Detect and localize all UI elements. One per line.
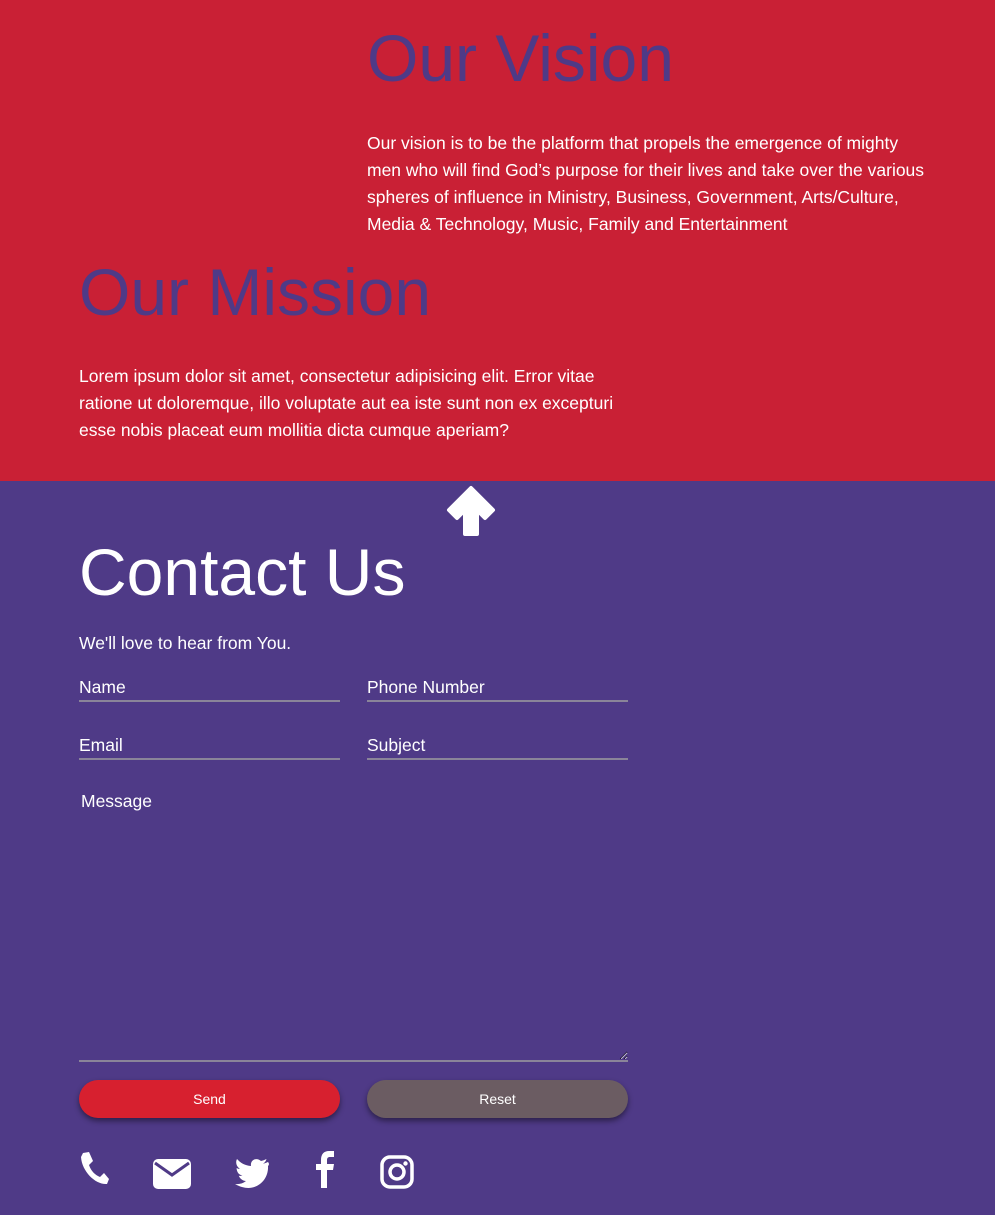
subject-input[interactable] bbox=[367, 732, 628, 760]
name-input[interactable] bbox=[79, 674, 340, 702]
vision-heading: Our Vision bbox=[367, 21, 674, 95]
arrow-up-icon bbox=[447, 486, 495, 536]
mission-heading: Our Mission bbox=[79, 255, 432, 329]
email-input[interactable] bbox=[79, 732, 340, 760]
instagram-link[interactable] bbox=[379, 1150, 415, 1194]
facebook-link[interactable] bbox=[313, 1150, 337, 1194]
phone-link[interactable] bbox=[78, 1150, 110, 1194]
send-button[interactable]: Send bbox=[79, 1080, 340, 1118]
email-link[interactable] bbox=[152, 1150, 192, 1194]
instagram-icon bbox=[380, 1155, 414, 1189]
contact-subtitle: We'll love to hear from You. bbox=[79, 633, 292, 653]
twitter-link[interactable] bbox=[234, 1150, 270, 1194]
phone-number-input[interactable] bbox=[367, 674, 628, 702]
contact-heading: Contact Us bbox=[79, 535, 406, 609]
facebook-icon bbox=[316, 1151, 334, 1188]
phone-icon bbox=[81, 1152, 109, 1185]
mission-text: Lorem ipsum dolor sit amet, consectetur … bbox=[79, 366, 614, 440]
twitter-icon bbox=[235, 1159, 269, 1188]
reset-button[interactable]: Reset bbox=[367, 1080, 628, 1118]
vision-text: Our vision is to be the platform that pr… bbox=[367, 133, 925, 234]
back-to-top-button[interactable] bbox=[443, 484, 499, 538]
message-textarea[interactable] bbox=[79, 788, 628, 1062]
envelope-icon bbox=[153, 1159, 191, 1189]
